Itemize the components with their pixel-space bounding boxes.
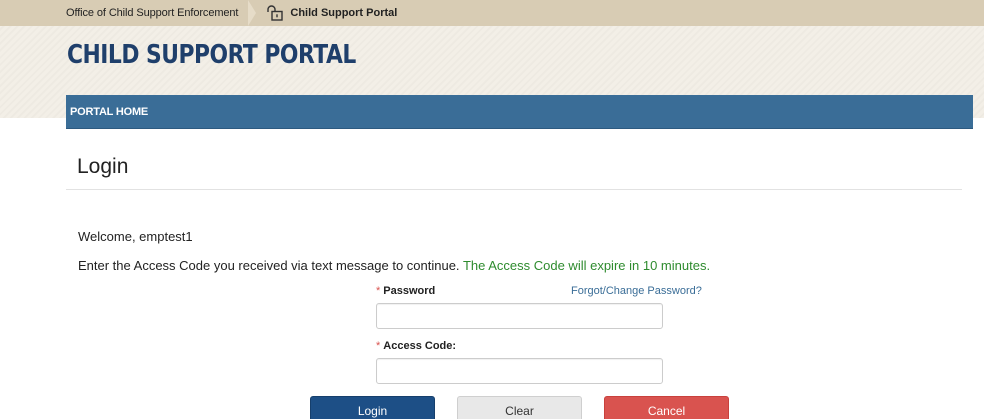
portal-title: CHILD SUPPORT PORTAL [67,40,356,70]
password-input[interactable] [376,303,663,329]
required-marker: * [376,285,381,297]
heading-divider [66,189,962,190]
access-code-label: * Access Code: [376,340,456,352]
main-nav-bar: PORTAL HOME [66,95,973,129]
expire-note: The Access Code will expire in 10 minute… [462,258,711,273]
password-label: * Password [376,285,435,297]
nav-item-portal-home[interactable]: PORTAL HOME [66,106,148,118]
password-label-text: Password [383,285,436,297]
page-title: Login [77,155,129,178]
breadcrumb-separator [248,0,257,26]
cancel-button[interactable]: Cancel [604,396,729,419]
instructions-text: Enter the Access Code you received via t… [78,258,710,273]
clear-button[interactable]: Clear [457,396,582,419]
required-marker: * [376,340,381,352]
forgot-password-link[interactable]: Forgot/Change Password? [571,285,702,297]
breadcrumb: Office of Child Support Enforcement Chil… [0,0,984,26]
breadcrumb-parent-label: Office of Child Support Enforcement [66,7,239,19]
breadcrumb-current-label: Child Support Portal [290,7,398,19]
lock-icon [266,5,284,21]
access-code-label-text: Access Code: [383,340,457,352]
breadcrumb-current: Child Support Portal [252,0,397,26]
instructions-main: Enter the Access Code you received via t… [78,258,460,273]
welcome-message: Welcome, emptest1 [78,229,193,244]
breadcrumb-parent-link[interactable]: Office of Child Support Enforcement [0,0,257,26]
login-button[interactable]: Login [310,396,435,419]
access-code-input[interactable] [376,358,663,384]
